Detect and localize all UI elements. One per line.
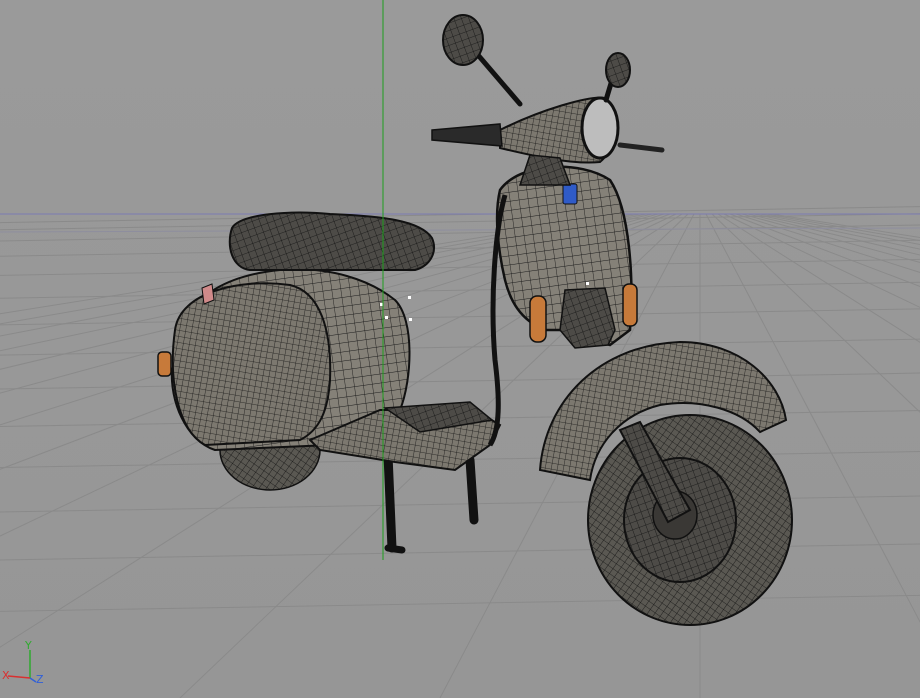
reflector <box>201 283 215 305</box>
left-grip[interactable] <box>431 123 503 147</box>
seat[interactable] <box>228 211 435 271</box>
rear-side-panel[interactable] <box>171 282 332 447</box>
right-lever[interactable] <box>617 142 665 153</box>
tail-light <box>157 351 172 377</box>
horn-cover[interactable] <box>559 287 616 349</box>
gizmo-y-label: Y <box>25 639 32 652</box>
front-wheel[interactable] <box>587 414 793 626</box>
3d-viewport[interactable]: Y X Z <box>0 0 920 698</box>
viewport-canvas[interactable] <box>0 0 920 698</box>
scooter-model[interactable] <box>157 14 793 626</box>
x-axis-line <box>0 227 920 233</box>
front-badge <box>562 183 578 205</box>
gizmo-z-label: Z <box>36 673 44 686</box>
axis-gizmo <box>7 650 37 683</box>
right-mirror[interactable] <box>603 52 631 103</box>
right-indicator <box>622 283 638 327</box>
left-indicator <box>529 295 547 343</box>
headlight <box>580 96 620 160</box>
left-mirror[interactable] <box>442 14 523 107</box>
gizmo-x-label: X <box>2 669 10 682</box>
kickstand[interactable] <box>383 450 479 554</box>
